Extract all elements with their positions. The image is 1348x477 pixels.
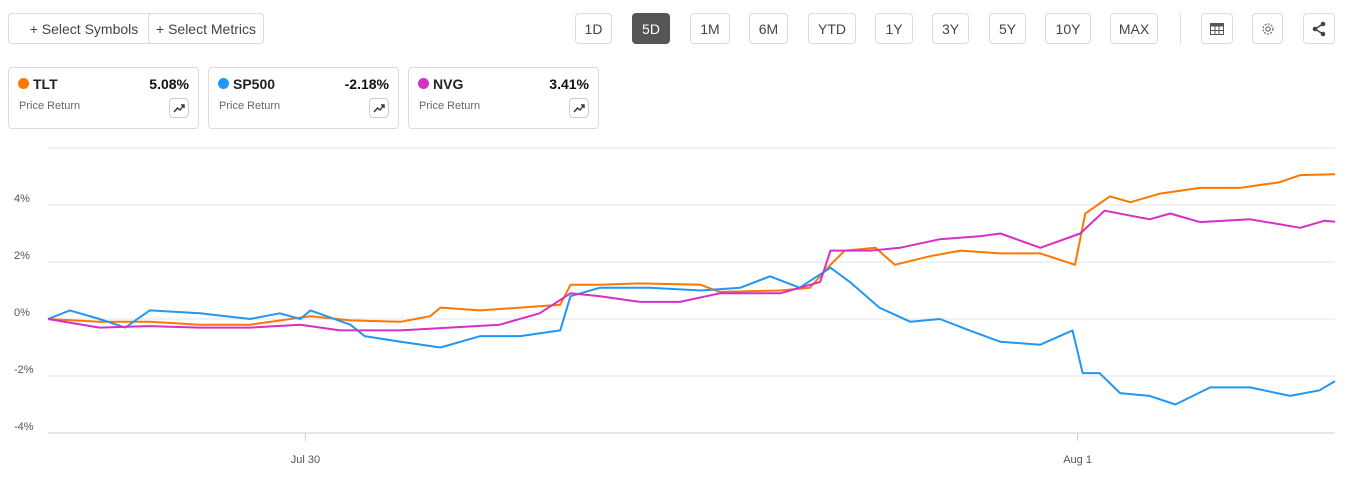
x-tick-label: Aug 1 <box>1063 454 1092 466</box>
trend-chart-button[interactable] <box>169 98 189 118</box>
range-button-max[interactable]: MAX <box>1110 13 1158 44</box>
symbol-label: TLT <box>33 76 58 92</box>
range-button-1m[interactable]: 1M <box>690 13 730 44</box>
range-button-3y[interactable]: 3Y <box>932 13 969 44</box>
gear-icon <box>1262 23 1273 34</box>
metric-label: Price Return <box>219 100 281 112</box>
select-symbols-button[interactable]: + Select Symbols <box>8 13 160 44</box>
range-button-5d[interactable]: 5D <box>632 13 670 44</box>
settings-button[interactable] <box>1252 13 1283 44</box>
share-button[interactable] <box>1303 13 1335 44</box>
range-button-5y[interactable]: 5Y <box>989 13 1026 44</box>
series-line-nvg <box>47 209 1336 332</box>
symbol-label: NVG <box>433 76 464 92</box>
select-metrics-button[interactable]: + Select Metrics <box>148 13 264 44</box>
symbol-card-tlt[interactable]: TLT 5.08% Price Return <box>8 67 199 129</box>
range-button-6m[interactable]: 6M <box>749 13 788 44</box>
share-icon <box>1312 21 1326 36</box>
series-color-dot <box>418 78 429 89</box>
series-color-dot <box>218 78 229 89</box>
y-tick-label: -2% <box>14 364 34 376</box>
symbol-label: SP500 <box>233 76 276 92</box>
trending-up-icon <box>373 104 385 113</box>
price-return-chart: 4% 2% 0% -2% -4% Jul 30 Aug 1 <box>14 147 1336 466</box>
y-tick-label: 2% <box>14 250 30 262</box>
toolbar-divider <box>1180 13 1181 44</box>
table-view-button[interactable] <box>1201 13 1233 44</box>
return-value: -2.18% <box>344 76 389 92</box>
trending-up-icon <box>173 104 185 113</box>
trend-chart-button[interactable] <box>569 98 589 118</box>
trend-chart-button[interactable] <box>369 98 389 118</box>
symbol-card-nvg[interactable]: NVG 3.41% Price Return <box>408 67 599 129</box>
y-tick-label: -4% <box>14 421 34 433</box>
range-button-1d[interactable]: 1D <box>575 13 612 44</box>
range-button-10y[interactable]: 10Y <box>1045 13 1091 44</box>
table-icon <box>1210 22 1224 35</box>
range-button-ytd[interactable]: YTD <box>808 13 856 44</box>
range-button-1y[interactable]: 1Y <box>875 13 913 44</box>
series-line-sp500 <box>47 266 1336 406</box>
symbol-card-sp500[interactable]: SP500 -2.18% Price Return <box>208 67 399 129</box>
trending-up-icon <box>573 104 585 113</box>
series-line-tlt <box>47 173 1336 326</box>
series-color-dot <box>18 78 29 89</box>
y-tick-label: 4% <box>14 193 30 205</box>
y-tick-label: 0% <box>14 307 30 319</box>
x-tick-label: Jul 30 <box>291 454 320 466</box>
metric-label: Price Return <box>19 100 81 112</box>
metric-label: Price Return <box>419 100 481 112</box>
return-value: 5.08% <box>149 76 189 92</box>
return-value: 3.41% <box>549 76 589 92</box>
